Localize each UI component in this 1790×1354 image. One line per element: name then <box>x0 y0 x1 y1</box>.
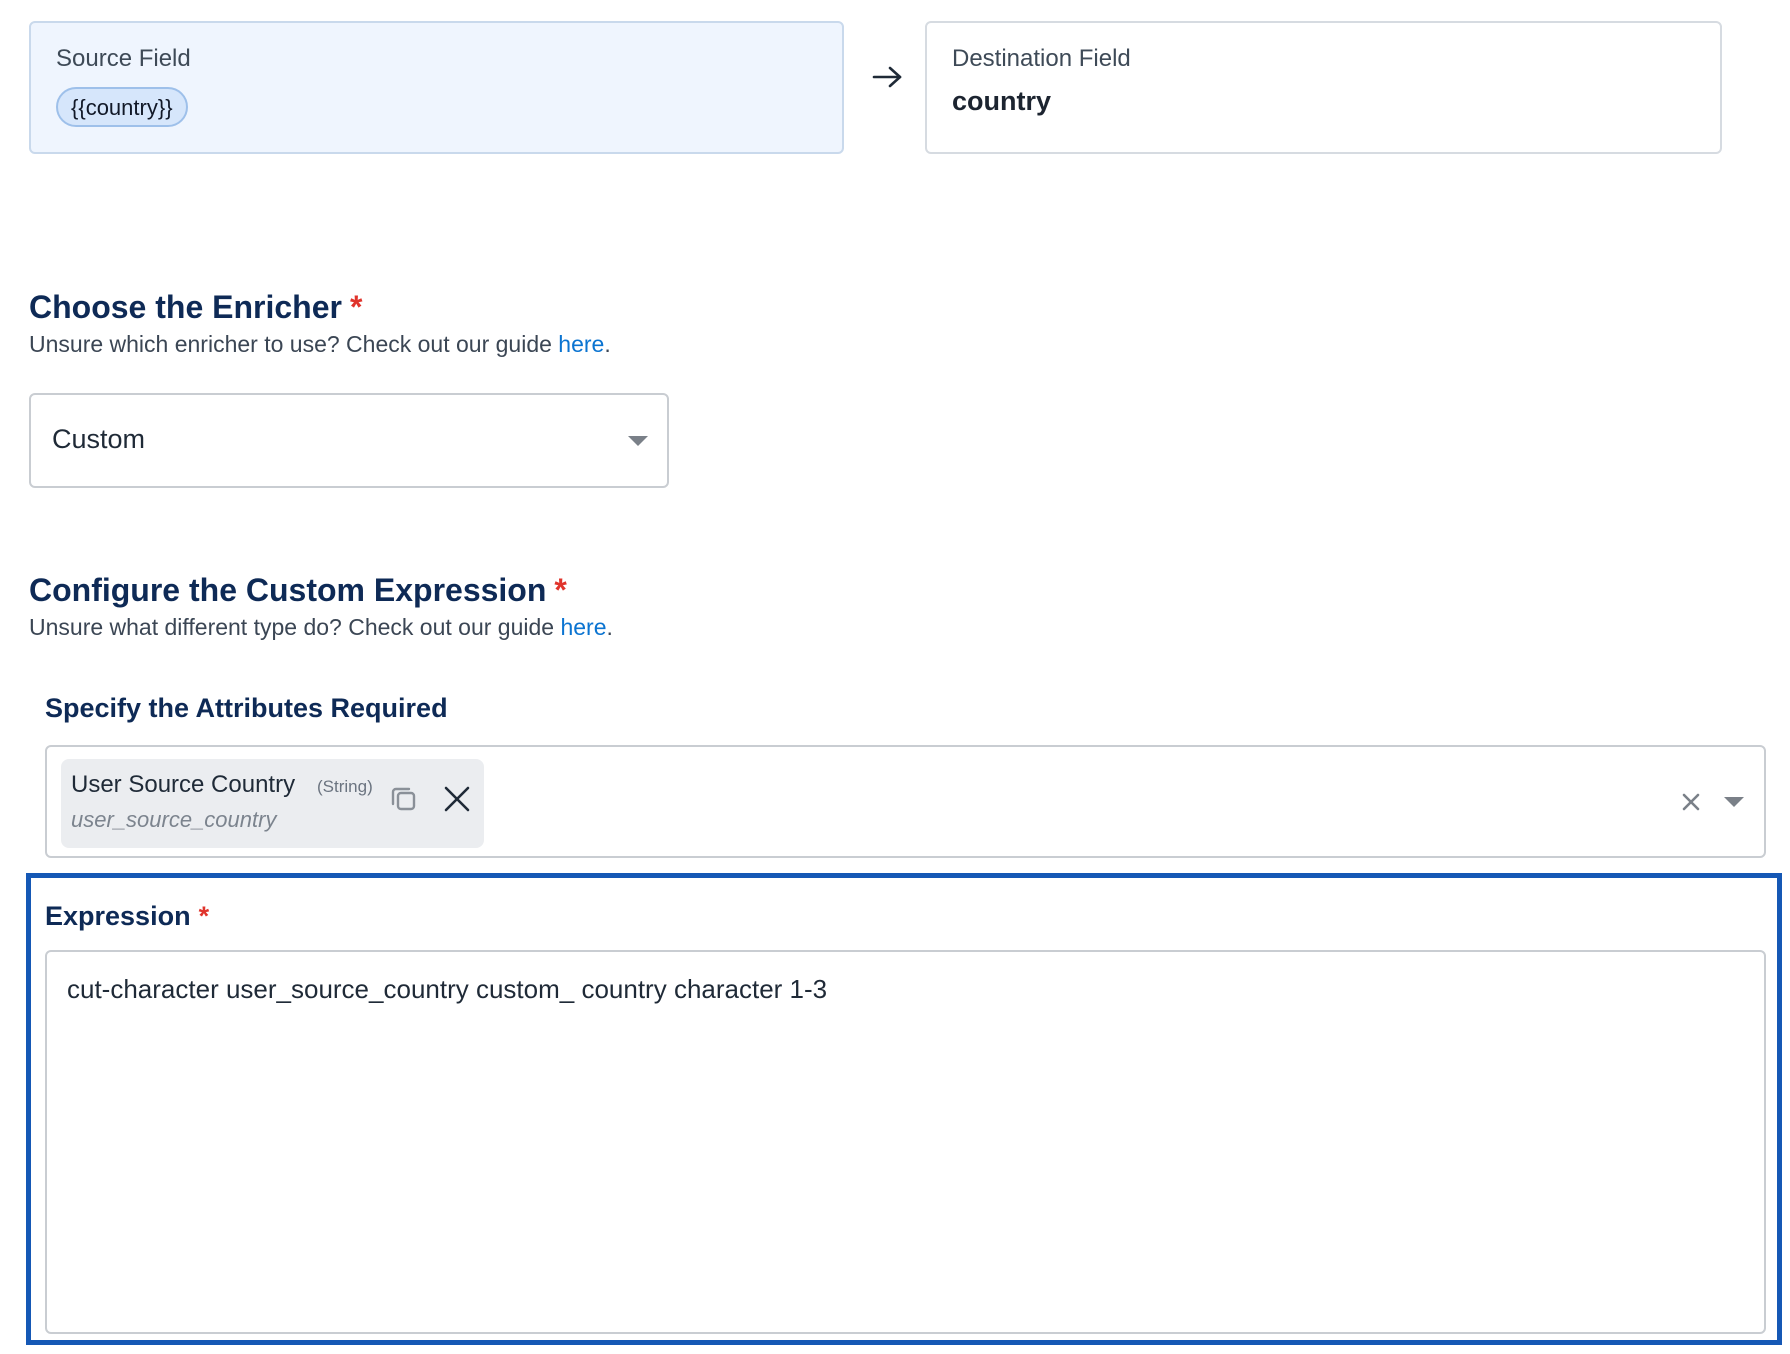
clear-icon[interactable] <box>1681 792 1701 812</box>
expression-label-text: Expression <box>45 901 191 931</box>
required-marker: * <box>198 901 210 931</box>
attribute-name: User Source Country <box>71 771 296 798</box>
source-field-card: Source Field {{country}} <box>29 21 844 154</box>
custom-expression-guide-link[interactable]: here <box>560 614 606 640</box>
required-marker: * <box>554 572 567 608</box>
expression-panel: Expression * cut-character user_source_co… <box>26 873 1782 1345</box>
arrow-right-icon <box>872 66 902 88</box>
source-field-pill: {{country}} <box>56 87 188 127</box>
copy-icon[interactable] <box>389 784 419 814</box>
attributes-title: Specify the Attributes Required <box>45 693 448 723</box>
enricher-title-text: Choose the Enricher <box>29 289 342 325</box>
attribute-type: (String) <box>317 777 373 796</box>
destination-field-value: country <box>952 86 1052 116</box>
custom-expression-hint-suffix: . <box>606 614 613 640</box>
destination-field-label: Destination Field <box>952 45 1131 72</box>
custom-expression-title-text: Configure the Custom Expression <box>29 572 547 608</box>
source-field-label: Source Field <box>56 45 191 72</box>
custom-expression-hint: Unsure what different type do? Check out… <box>29 616 613 639</box>
custom-expression-section-title: Configure the Custom Expression * <box>29 574 567 606</box>
enricher-guide-link[interactable]: here <box>558 331 604 357</box>
enricher-select[interactable]: Custom <box>29 393 669 488</box>
enricher-hint: Unsure which enricher to use? Check out … <box>29 333 611 356</box>
close-icon[interactable] <box>442 784 472 814</box>
required-marker: * <box>349 289 363 325</box>
expression-label: Expression * <box>45 903 209 930</box>
attribute-key: user_source_country <box>71 807 277 832</box>
attribute-chip: User Source Country (String) user_source… <box>61 759 484 848</box>
custom-expression-hint-text: Unsure what different type do? Check out… <box>29 614 561 640</box>
enricher-section-title: Choose the Enricher * <box>29 291 362 323</box>
enricher-selected-value: Custom <box>52 424 146 454</box>
enricher-hint-text: Unsure which enricher to use? Check out … <box>29 331 559 357</box>
attributes-multiselect[interactable]: User Source Country (String) user_source… <box>45 745 1766 858</box>
expression-textarea[interactable]: cut-character user_source_country custom… <box>45 950 1766 1334</box>
enricher-hint-suffix: . <box>604 331 611 357</box>
chevron-down-icon[interactable] <box>1724 797 1744 807</box>
chevron-down-icon <box>628 436 648 446</box>
destination-field-card: Destination Field country <box>925 21 1722 154</box>
